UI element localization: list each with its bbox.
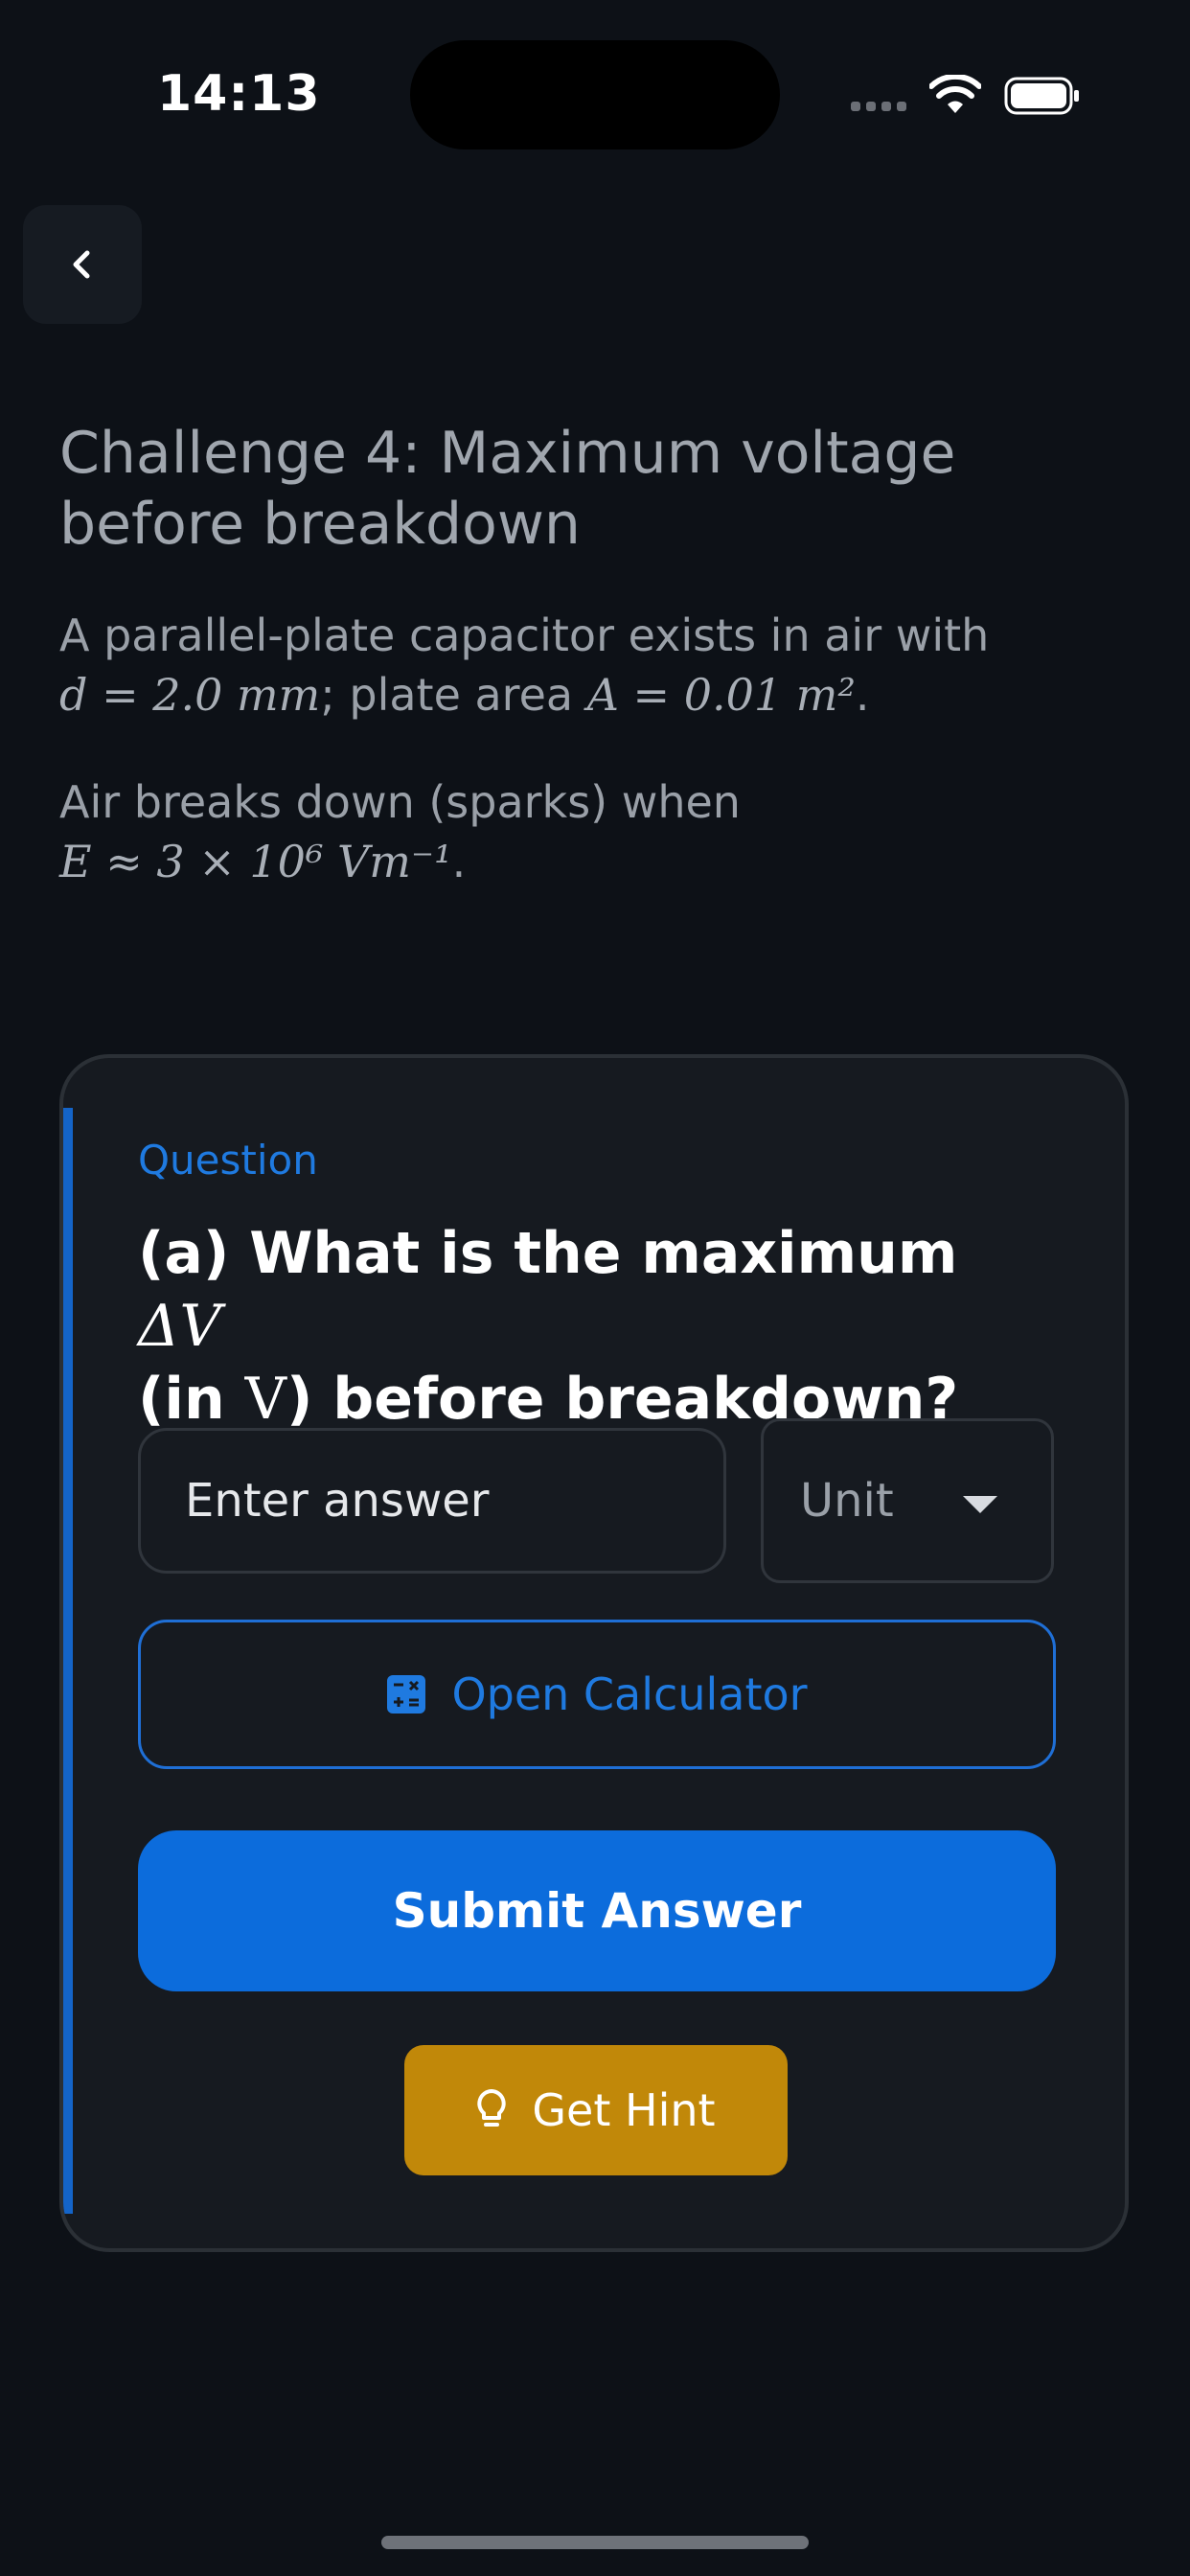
problem-text: ; plate area (320, 669, 574, 721)
page-title: Challenge 4: Maximum voltage before brea… (59, 420, 956, 558)
status-time: 14:13 (157, 65, 321, 123)
unit-dropdown-value: Unit (800, 1474, 894, 1528)
lightbulb-icon (477, 2089, 507, 2127)
problem-text: . (855, 669, 870, 721)
question-card: Question (a) What is the maximum ΔV (in … (59, 1054, 1129, 2252)
problem-text: A parallel-plate capacitor exists in air… (59, 610, 990, 661)
question-text-part: (in (138, 1366, 225, 1433)
problem-text: . (451, 836, 467, 887)
open-calculator-label: Open Calculator (451, 1668, 808, 1720)
math-unit-v: V (244, 1366, 286, 1433)
get-hint-label: Get Hint (532, 2084, 716, 2136)
problem-statement-capacitor: A parallel-plate capacitor exists in air… (59, 606, 1142, 724)
chevron-left-icon (73, 250, 90, 279)
math-distance: d = 2.0 mm (59, 669, 321, 721)
dynamic-island (410, 40, 780, 150)
math-area: A = 0.01 m² (586, 669, 856, 721)
get-hint-button[interactable]: Get Hint (404, 2045, 788, 2175)
card-accent-bar (63, 1108, 73, 2214)
caret-down-icon (963, 1496, 997, 1513)
battery-icon (1004, 77, 1079, 115)
calculator-icon (387, 1675, 426, 1714)
answer-input[interactable] (138, 1428, 726, 1574)
submit-answer-button[interactable]: Submit Answer (138, 1830, 1056, 1991)
cellular-signal-icon (851, 102, 906, 111)
question-text-part: (a) What is the maximum (138, 1220, 958, 1287)
home-indicator[interactable] (381, 2536, 809, 2549)
question-text: (a) What is the maximum ΔV (in V) before… (138, 1217, 1058, 1436)
problem-text: Air breaks down (sparks) when (59, 776, 741, 828)
wifi-icon (929, 75, 981, 113)
open-calculator-button[interactable]: Open Calculator (138, 1620, 1056, 1769)
math-delta-v: ΔV (138, 1293, 221, 1360)
math-field: E ≈ 3 × 10⁶ Vm⁻¹ (59, 836, 452, 887)
question-label: Question (138, 1137, 318, 1184)
problem-statement-breakdown: Air breaks down (sparks) when E ≈ 3 × 10… (59, 772, 1142, 891)
back-button[interactable] (23, 205, 142, 324)
unit-dropdown[interactable]: Unit (761, 1418, 1054, 1583)
